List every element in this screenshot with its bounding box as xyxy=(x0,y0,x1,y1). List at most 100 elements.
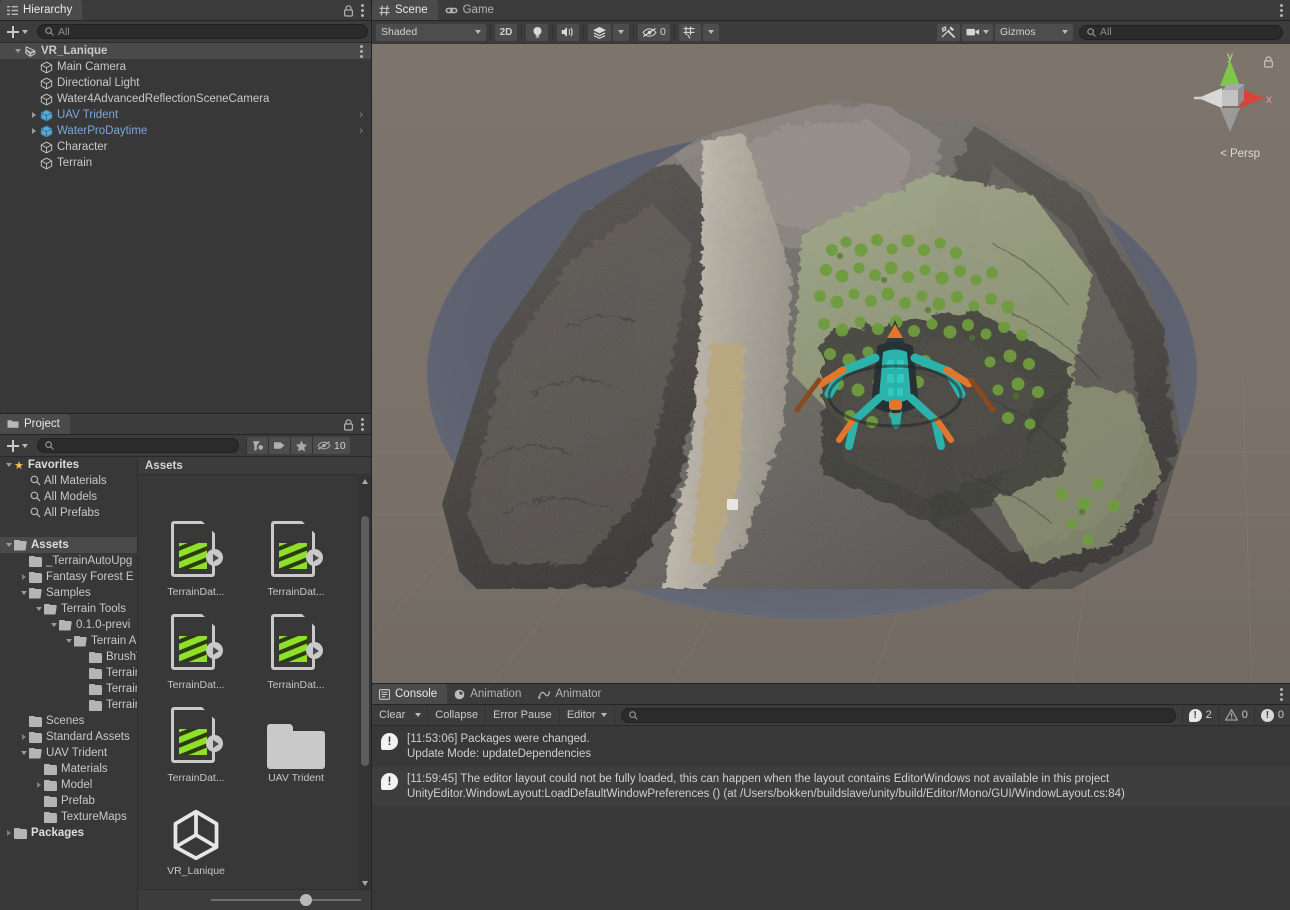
hierarchy-item-uav-trident[interactable]: UAV Trident › xyxy=(0,107,371,123)
project-asset-terraindat-[interactable]: TerrainDat... xyxy=(146,515,246,598)
project-tree-item-scenes[interactable]: Scenes xyxy=(0,713,137,729)
project-tree[interactable]: ★ Favorites All Materials All Models All Pre… xyxy=(0,457,138,910)
grid-dropdown-button[interactable] xyxy=(702,23,719,41)
tab-hierarchy[interactable]: Hierarchy xyxy=(0,0,83,20)
hierarchy-menu-icon[interactable] xyxy=(361,4,364,17)
project-tree-item-favorites[interactable]: ★ Favorites xyxy=(0,457,137,473)
hierarchy-item-terrain[interactable]: Terrain xyxy=(0,155,371,171)
scene-search-input[interactable]: All xyxy=(1079,24,1283,40)
project-tree-item-standard-assets[interactable]: Standard Assets xyxy=(0,729,137,745)
project-tree-item-texturemaps[interactable]: TextureMaps xyxy=(0,809,137,825)
project-tree-item-prefab[interactable]: Prefab xyxy=(0,793,137,809)
project-asset-terraindat-[interactable]: TerrainDat... xyxy=(146,701,246,784)
project-add-button[interactable] xyxy=(3,439,34,452)
hierarchy-list[interactable]: VR_Lanique Main Camera Directional Light Wa… xyxy=(0,43,371,414)
lock-icon[interactable] xyxy=(343,418,354,431)
prefab-open-chevron-icon[interactable]: › xyxy=(359,109,363,121)
label-tag-icon[interactable] xyxy=(268,437,290,454)
project-tree-item-all-models[interactable]: All Models xyxy=(0,489,137,505)
grid-snap-button[interactable] xyxy=(678,23,701,41)
console-collapse-toggle[interactable]: Collapse xyxy=(428,705,487,725)
console-clear-dropdown[interactable] xyxy=(409,705,429,725)
gizmo-projection-toggle[interactable]: < Persp xyxy=(1220,148,1260,160)
zoom-slider-track[interactable] xyxy=(211,894,361,906)
console-error-count[interactable]: ! 2 xyxy=(1181,705,1218,725)
project-grid-scrollbar[interactable] xyxy=(359,476,371,889)
twisty-collapsed-icon[interactable] xyxy=(28,112,40,118)
project-tree-item-fantasy-forest-e[interactable]: Fantasy Forest E xyxy=(0,569,137,585)
twisty-expanded-icon[interactable] xyxy=(12,49,24,53)
project-tree-item-uav-trident[interactable]: UAV Trident xyxy=(0,745,137,761)
scroll-up-arrow-icon[interactable] xyxy=(361,479,368,484)
hidden-packages-button[interactable]: 10 xyxy=(312,437,350,454)
console-editor-dropdown[interactable]: Editor xyxy=(559,705,615,725)
project-grid-area[interactable]: ScenesStandard ...TerrainDat...TerrainDa… xyxy=(138,476,359,889)
save-filter-icon[interactable] xyxy=(246,437,268,454)
project-asset-terraindat-[interactable]: TerrainDat... xyxy=(246,608,346,691)
project-menu-icon[interactable] xyxy=(361,418,364,431)
project-asset-vr-lanique[interactable]: VR_Lanique xyxy=(146,794,246,877)
twisty-expanded-icon[interactable] xyxy=(3,463,14,467)
tab-game[interactable]: Game xyxy=(438,0,504,20)
hierarchy-item-water4advancedreflectionscenecamera[interactable]: Water4AdvancedReflectionSceneCamera xyxy=(0,91,371,107)
console-info-count[interactable]: ! 0 xyxy=(1253,705,1290,725)
twisty-expanded-icon[interactable] xyxy=(48,623,59,627)
scene-menu-icon[interactable] xyxy=(1280,4,1283,17)
tab-scene[interactable]: Scene xyxy=(372,0,438,20)
hierarchy-item-character[interactable]: Character xyxy=(0,139,371,155)
console-clear-button[interactable]: Clear xyxy=(372,705,410,725)
2d-toggle-button[interactable]: 2D xyxy=(495,23,517,41)
project-search-input[interactable] xyxy=(37,438,239,453)
project-tree-item-model[interactable]: Model xyxy=(0,777,137,793)
scroll-down-arrow-icon[interactable] xyxy=(361,881,368,886)
twisty-collapsed-icon[interactable] xyxy=(18,734,29,740)
hierarchy-item-waterprodaytime[interactable]: WaterProDaytime › xyxy=(0,123,371,139)
fx-dropdown-button[interactable] xyxy=(613,23,629,41)
twisty-collapsed-icon[interactable] xyxy=(3,830,14,836)
project-tree-item-brusht[interactable]: BrushT xyxy=(0,649,137,665)
hierarchy-search-input[interactable]: All xyxy=(37,24,368,39)
zoom-slider-knob[interactable] xyxy=(299,894,312,906)
favorite-star-icon[interactable] xyxy=(290,437,312,454)
gizmos-dropdown[interactable]: Gizmos xyxy=(995,23,1073,41)
console-message-list[interactable]: ! [11:53:06] Packages were changed. Update… xyxy=(372,727,1290,910)
console-search-input[interactable] xyxy=(620,707,1176,723)
hierarchy-row-menu-icon[interactable] xyxy=(360,44,363,58)
project-asset-uav-trident[interactable]: UAV Trident xyxy=(246,701,346,784)
tab-animator[interactable]: Animator xyxy=(531,684,611,704)
project-tree-item-terrain[interactable]: Terrain xyxy=(0,681,137,697)
twisty-expanded-icon[interactable] xyxy=(18,751,29,755)
draw-mode-dropdown[interactable]: Shaded xyxy=(376,23,486,41)
vertical-divider[interactable] xyxy=(371,0,372,910)
console-message-row[interactable]: ! [11:53:06] Packages were changed. Update… xyxy=(372,727,1290,767)
scene-viewport[interactable]: y x < Persp xyxy=(372,44,1290,684)
console-message-row[interactable]: ! [11:59:45] The editor layout could not … xyxy=(372,767,1290,807)
project-tree-item-terrain[interactable]: Terrain xyxy=(0,665,137,681)
project-tree-item-samples[interactable]: Samples xyxy=(0,585,137,601)
console-menu-icon[interactable] xyxy=(1280,688,1283,701)
tab-console[interactable]: Console xyxy=(372,684,448,704)
hierarchy-add-button[interactable] xyxy=(3,25,34,38)
console-warning-count[interactable]: 0 xyxy=(1217,705,1254,725)
hidden-objects-button[interactable]: 0 xyxy=(638,23,670,41)
project-asset-terraindat-[interactable]: TerrainDat... xyxy=(246,515,346,598)
project-tree-item-terrain-a[interactable]: Terrain A xyxy=(0,633,137,649)
project-tree-item-packages[interactable]: Packages xyxy=(0,825,137,841)
prefab-open-chevron-icon[interactable]: › xyxy=(359,125,363,137)
tab-project[interactable]: Project xyxy=(0,414,70,434)
twisty-expanded-icon[interactable] xyxy=(3,543,14,547)
project-tree-item-terrain[interactable]: Terrain xyxy=(0,697,137,713)
gizmo-lock-icon[interactable] xyxy=(1263,56,1274,68)
lock-icon[interactable] xyxy=(343,4,354,17)
twisty-collapsed-icon[interactable] xyxy=(28,128,40,134)
twisty-expanded-icon[interactable] xyxy=(33,607,44,611)
fx-toggle-button[interactable] xyxy=(588,23,611,41)
project-asset-terraindat-[interactable]: TerrainDat... xyxy=(146,608,246,691)
hierarchy-item-main-camera[interactable]: Main Camera xyxy=(0,59,371,75)
hierarchy-item-directional-light[interactable]: Directional Light xyxy=(0,75,371,91)
hierarchy-item-vr-lanique[interactable]: VR_Lanique xyxy=(0,43,371,59)
project-tree-item-assets[interactable]: Assets xyxy=(0,537,137,553)
twisty-collapsed-icon[interactable] xyxy=(18,574,29,580)
tab-animation[interactable]: Animation xyxy=(447,684,531,704)
project-tree-item-all-prefabs[interactable]: All Prefabs xyxy=(0,505,137,521)
